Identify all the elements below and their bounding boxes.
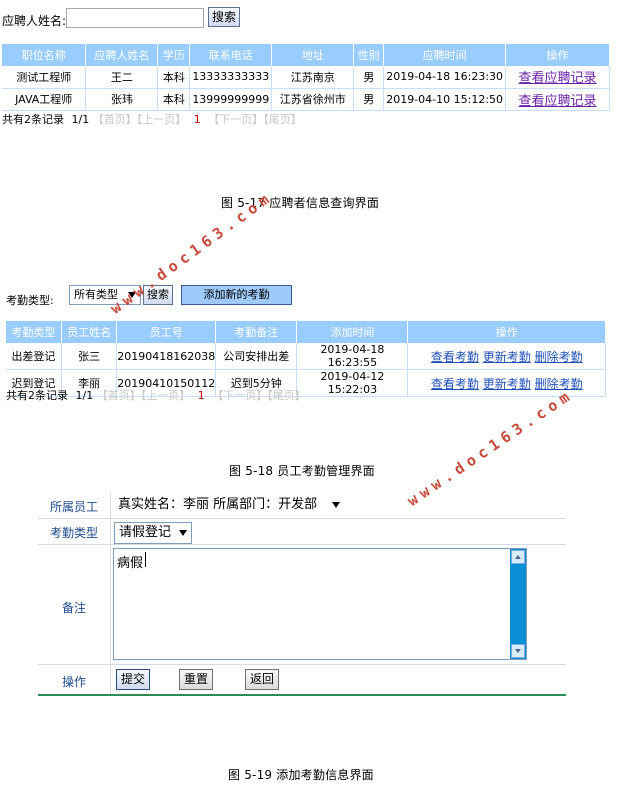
column-header: 添加时间 <box>296 321 409 343</box>
column-header: 考勤类型 <box>6 321 62 343</box>
cell-education: 本科 <box>157 88 191 111</box>
pager-next-link[interactable]: 【下一页】 <box>212 389 267 402</box>
pager-next-link[interactable]: 【下一页】 <box>208 113 263 126</box>
cell-address: 江苏南京 <box>271 66 355 89</box>
view-application-link[interactable]: 查看应聘记录 <box>519 71 597 86</box>
attendance-type-select[interactable]: 请假登记 <box>114 522 192 544</box>
pager-total: 共有2条记录 <box>6 389 68 402</box>
cell-address: 江苏省徐州市 <box>271 88 355 111</box>
cell-gender: 男 <box>353 66 385 89</box>
pager: 共有2条记录 1/1 【首页】【上一页】 1 【下一页】【尾页】 <box>2 111 302 127</box>
scrollbar[interactable] <box>510 549 526 659</box>
view-attendance-link[interactable]: 查看考勤 <box>431 350 479 364</box>
applicant-search-button[interactable]: 搜索 <box>208 7 240 27</box>
attendance-type-label: 考勤类型 <box>49 526 98 540</box>
pager: 共有2条记录 1/1 【首页】【上一页】 1 【下一页】【尾页】 <box>6 387 306 403</box>
add-attendance-button[interactable]: 添加新的考勤 <box>181 285 292 305</box>
attendance-type-label: 考勤类型: <box>6 294 54 307</box>
pager-last-link[interactable]: 【尾页】 <box>267 389 306 402</box>
column-header: 考勤备注 <box>215 321 298 343</box>
view-attendance-link[interactable]: 查看考勤 <box>431 377 479 391</box>
cell-employee-no: 20190418162038 <box>116 343 217 370</box>
action-label: 操作 <box>61 675 86 689</box>
reset-button[interactable]: 重置 <box>179 669 213 690</box>
column-header: 应聘人姓名 <box>85 44 159 66</box>
column-header: 职位名称 <box>2 44 87 66</box>
cell-education: 本科 <box>157 66 191 89</box>
pager-total: 共有2条记录 <box>2 113 64 126</box>
cell-name: 王二 <box>85 66 159 89</box>
column-header: 联系电话 <box>189 44 273 66</box>
column-header: 员工姓名 <box>61 321 118 343</box>
chevron-down-icon <box>179 530 187 536</box>
column-header: 地址 <box>271 44 355 66</box>
scroll-down-button[interactable] <box>511 644 525 658</box>
figure-caption: 图 5-18 员工考勤管理界面 <box>229 464 375 478</box>
submit-button[interactable]: 提交 <box>116 669 150 690</box>
back-button[interactable]: 返回 <box>245 669 279 690</box>
pager-first-link[interactable]: 【首页】 <box>93 113 137 126</box>
employee-label: 所属员工 <box>49 500 98 514</box>
update-attendance-link[interactable]: 更新考勤 <box>483 350 531 364</box>
attendance-table: 考勤类型 员工姓名 员工号 考勤备注 添加时间 操作 出差登记 张三 20190… <box>6 321 606 397</box>
cell-type: 出差登记 <box>6 343 62 370</box>
pager-current: 1 <box>193 113 201 126</box>
column-header: 学历 <box>157 44 191 66</box>
column-header: 应聘时间 <box>383 44 507 66</box>
scroll-up-button[interactable] <box>511 550 525 564</box>
applicant-name-input[interactable] <box>66 8 204 28</box>
cell-gender: 男 <box>353 88 385 111</box>
cell-time: 2019-04-18 16:23:30 <box>383 66 507 89</box>
cell-phone: 13333333333 <box>189 66 273 89</box>
triangle-down-icon <box>515 649 521 653</box>
column-header: 操作 <box>407 321 606 343</box>
table-header-row: 考勤类型 员工姓名 员工号 考勤备注 添加时间 操作 <box>6 321 606 343</box>
table-row: JAVA工程师 张玮 本科 13999999999 江苏省徐州市 男 2019-… <box>2 88 610 111</box>
cell-time: 2019-04-10 15:12:50 <box>383 88 507 111</box>
delete-attendance-link[interactable]: 删除考勤 <box>535 350 583 364</box>
pager-current: 1 <box>197 389 205 402</box>
column-header: 操作 <box>505 44 610 66</box>
pager-page: 1/1 <box>71 113 90 126</box>
watermark-text: www.doc163.com <box>404 385 577 510</box>
table-header-row: 职位名称 应聘人姓名 学历 联系电话 地址 性别 应聘时间 操作 <box>2 44 610 66</box>
cell-name: 张三 <box>61 343 118 370</box>
table-row: 出差登记 张三 20190418162038 公司安排出差 2019-04-18… <box>6 343 606 370</box>
cell-time: 2019-04-12 15:22:03 <box>296 369 409 397</box>
delete-attendance-link[interactable]: 删除考勤 <box>535 377 583 391</box>
pager-prev-link[interactable]: 【上一页】 <box>137 113 187 126</box>
column-header: 性别 <box>353 44 385 66</box>
pager-first-link[interactable]: 【首页】 <box>97 389 141 402</box>
triangle-up-icon <box>515 555 521 559</box>
figure-caption: 图 5-19 添加考勤信息界面 <box>228 768 374 782</box>
pager-last-link[interactable]: 【尾页】 <box>263 113 302 126</box>
update-attendance-link[interactable]: 更新考勤 <box>483 377 531 391</box>
table-row: 测试工程师 王二 本科 13333333333 江苏南京 男 2019-04-1… <box>2 66 610 89</box>
attendance-type-value: 请假登记 <box>119 525 172 540</box>
pager-prev-link[interactable]: 【上一页】 <box>141 389 191 402</box>
cell-phone: 13999999999 <box>189 88 273 111</box>
column-header: 员工号 <box>116 321 217 343</box>
cell-time: 2019-04-18 16:23:55 <box>296 343 409 370</box>
employee-select[interactable]: 真实姓名：李丽 所属部门：开发部 <box>114 495 344 517</box>
text-cursor <box>145 552 146 567</box>
cell-position: JAVA工程师 <box>2 88 87 111</box>
cell-remark: 公司安排出差 <box>215 343 298 370</box>
applicant-name-label: 应聘人姓名: <box>2 14 67 28</box>
pager-page: 1/1 <box>75 389 94 402</box>
view-application-link[interactable]: 查看应聘记录 <box>519 94 597 109</box>
employee-value: 真实姓名：李丽 所属部门：开发部 <box>118 497 318 512</box>
remark-value: 病假 <box>117 556 144 571</box>
chevron-down-icon <box>332 502 340 508</box>
remark-label: 备注 <box>61 601 86 615</box>
applicant-table: 职位名称 应聘人姓名 学历 联系电话 地址 性别 应聘时间 操作 测试工程师 王… <box>2 44 610 111</box>
remark-textarea[interactable]: 病假 <box>113 548 527 660</box>
cell-position: 测试工程师 <box>2 66 87 89</box>
cell-name: 张玮 <box>85 88 159 111</box>
